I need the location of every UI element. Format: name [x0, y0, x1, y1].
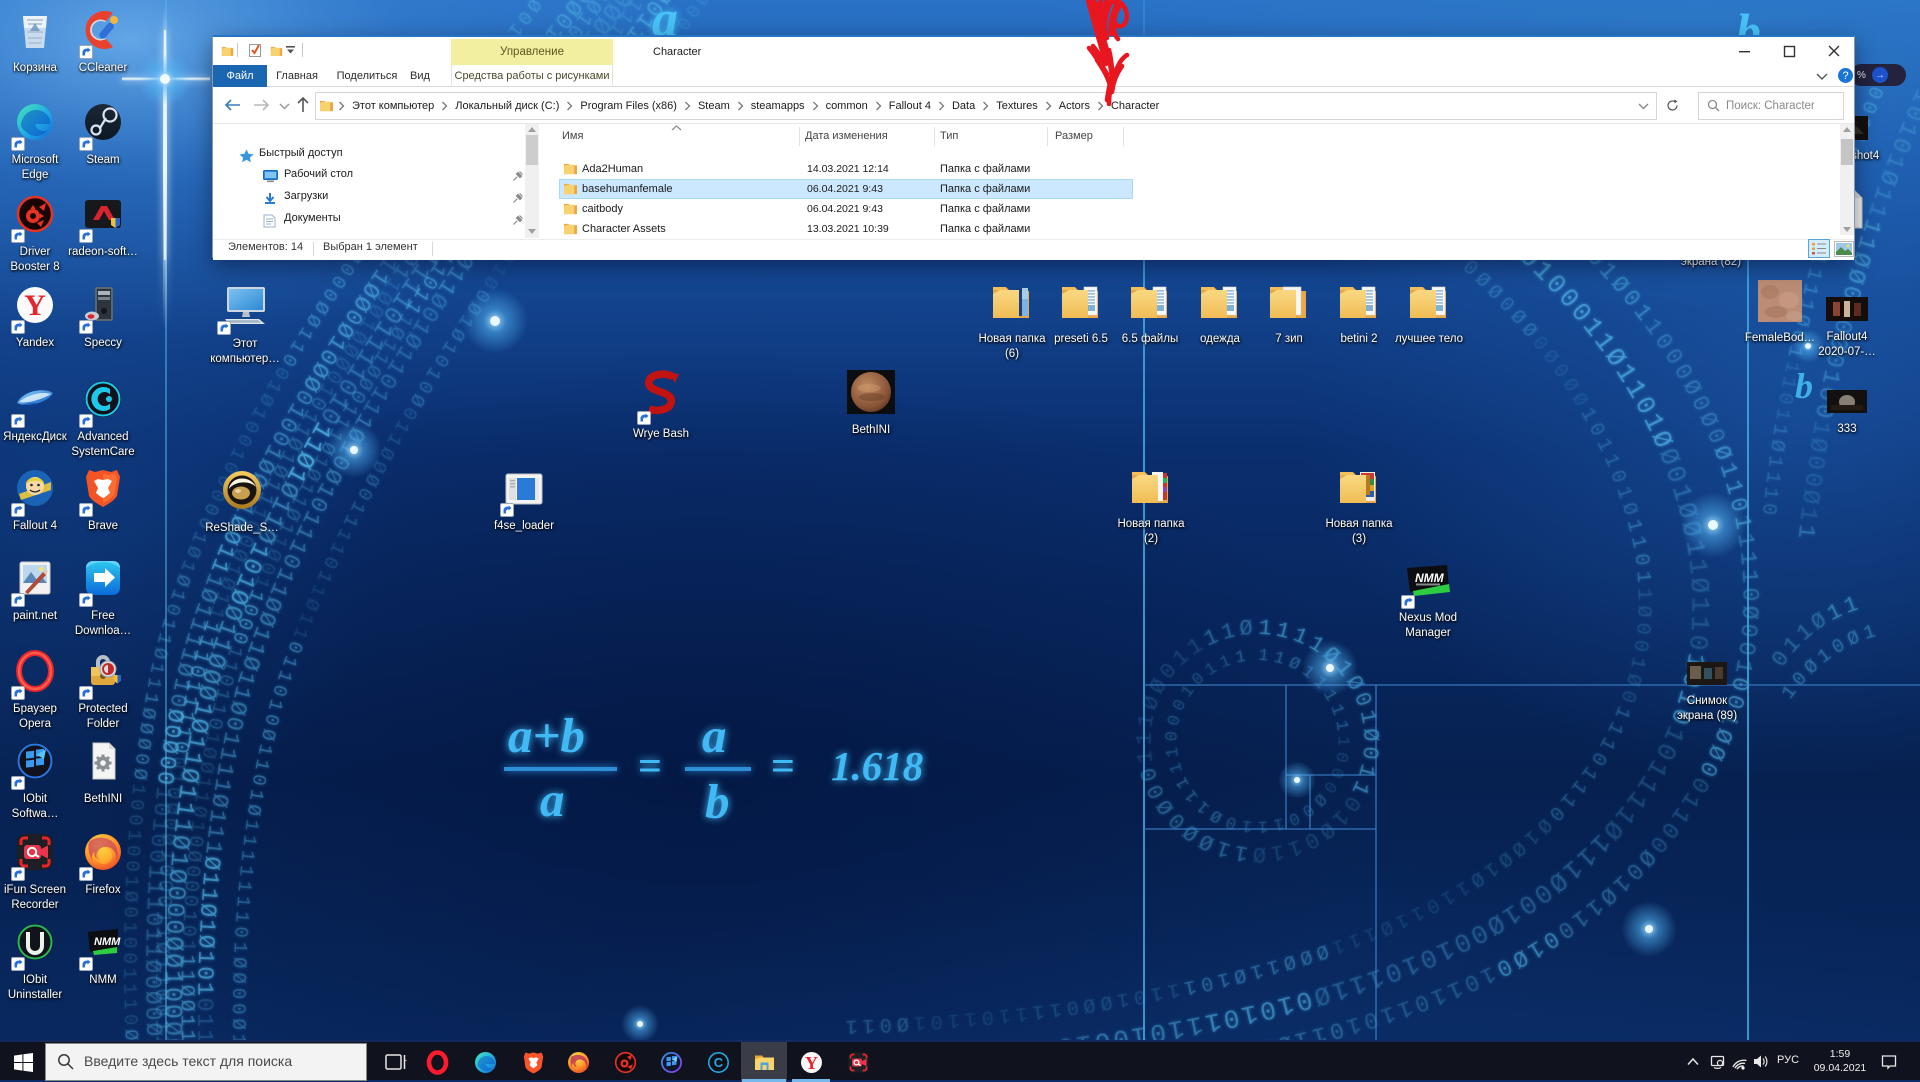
svg-text:?: ?	[1842, 70, 1848, 82]
svg-text:C: C	[714, 1055, 724, 1070]
svg-text:NMM: NMM	[94, 936, 121, 948]
svg-text:NMM: NMM	[1415, 571, 1445, 585]
svg-text:1.618: 1.618	[831, 743, 923, 789]
svg-text:=: =	[771, 744, 795, 790]
svg-text:a: a	[540, 772, 565, 827]
svg-text:=: =	[638, 744, 662, 790]
svg-text:Y: Y	[24, 289, 46, 322]
svg-text:a+b: a+b	[508, 708, 585, 763]
svg-text:b: b	[705, 774, 730, 829]
svg-text:a: a	[702, 708, 727, 763]
svg-text:Y: Y	[805, 1053, 818, 1073]
